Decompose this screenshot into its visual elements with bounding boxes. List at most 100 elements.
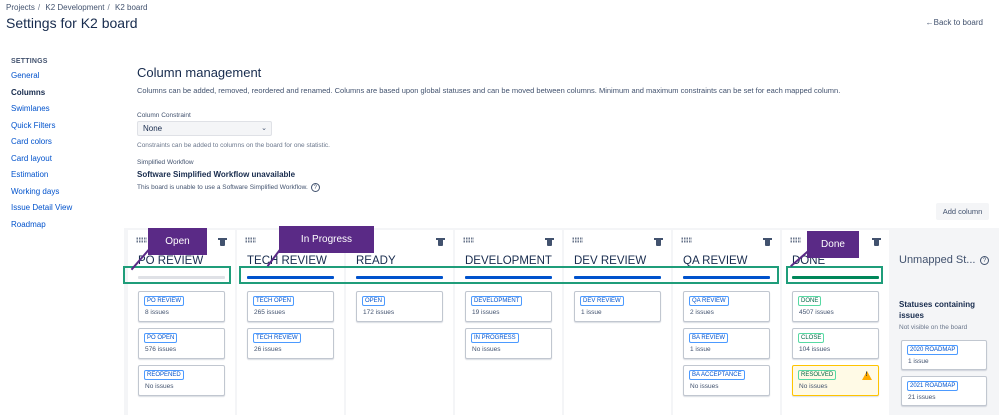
chevron-down-icon: ⌄ bbox=[261, 125, 267, 132]
status-lozenge: PO REVIEW bbox=[144, 296, 185, 306]
breadcrumb: Projects / K2 Development / K2 board bbox=[6, 3, 148, 12]
drag-handle-icon[interactable] bbox=[245, 237, 256, 243]
board-column[interactable]: READY OPEN 172 issues bbox=[346, 230, 453, 415]
status-lozenge: DONE bbox=[798, 296, 822, 306]
status-lozenge: CLOSE bbox=[798, 333, 825, 343]
sidebar-item-swimlanes[interactable]: Swimlanes bbox=[11, 104, 121, 121]
status-lozenge: 2020 ROADMAP bbox=[907, 345, 959, 355]
issue-count: 1 issue bbox=[690, 346, 711, 353]
column-constraint-label: Column Constraint bbox=[137, 112, 191, 119]
board-column[interactable]: DEVELOPMENT DEVELOPMENT 19 issues IN PROG… bbox=[455, 230, 562, 415]
help-icon[interactable]: ? bbox=[310, 183, 320, 192]
status-card[interactable]: TECH REVIEW 26 issues bbox=[247, 328, 334, 359]
sidebar-item-estimation[interactable]: Estimation bbox=[11, 170, 121, 187]
status-lozenge: DEVELOPMENT bbox=[471, 296, 523, 306]
board-column[interactable]: DEV REVIEW DEV REVIEW 1 issue bbox=[564, 230, 671, 415]
status-card[interactable]: PO REVIEW 8 issues bbox=[138, 291, 225, 322]
status-card[interactable]: PO OPEN 576 issues bbox=[138, 328, 225, 359]
settings-sidebar: SETTINGS General Columns Swimlanes Quick… bbox=[11, 58, 121, 236]
drag-handle-icon[interactable] bbox=[463, 237, 474, 243]
status-lozenge: IN PROGRESS bbox=[471, 333, 519, 343]
status-card[interactable]: TECH OPEN 265 issues bbox=[247, 291, 334, 322]
delete-column-icon[interactable] bbox=[218, 238, 227, 246]
board-column[interactable]: TECH REVIEW TECH OPEN 265 issues TECH REV… bbox=[237, 230, 344, 415]
highlight-box-in-progress bbox=[239, 266, 779, 284]
issue-count: 8 issues bbox=[145, 309, 169, 316]
breadcrumb-projects[interactable]: Projects bbox=[6, 3, 35, 12]
simplified-workflow-label: Simplified Workflow bbox=[137, 159, 194, 166]
issue-count: 2 issues bbox=[690, 309, 714, 316]
delete-column-icon[interactable] bbox=[545, 238, 554, 246]
delete-column-icon[interactable] bbox=[654, 238, 663, 246]
issue-count: 21 issues bbox=[908, 394, 936, 401]
delete-column-icon[interactable] bbox=[436, 238, 445, 246]
sidebar-item-quick-filters[interactable]: Quick Filters bbox=[11, 121, 121, 138]
status-card[interactable]: BA REVIEW 1 issue bbox=[683, 328, 770, 359]
columns-board: PO REVIEW PO REVIEW 8 issues PO OPEN 576 i… bbox=[124, 228, 999, 415]
status-lozenge: TECH OPEN bbox=[253, 296, 295, 306]
section-description: Columns can be added, removed, reordered… bbox=[137, 86, 841, 95]
board-column[interactable]: PO REVIEW PO REVIEW 8 issues PO OPEN 576 i… bbox=[128, 230, 235, 415]
delete-column-icon[interactable] bbox=[872, 238, 881, 246]
issue-count: 4507 issues bbox=[799, 309, 834, 316]
unmapped-subtitle: Statuses containing issues bbox=[899, 300, 976, 320]
issue-count: 19 issues bbox=[472, 309, 500, 316]
simplified-workflow-note-text: This board is unable to use a Software S… bbox=[137, 184, 308, 191]
highlight-box-done bbox=[786, 266, 883, 284]
breadcrumb-project[interactable]: K2 Development bbox=[45, 3, 104, 12]
issue-count: No issues bbox=[690, 383, 719, 390]
column-constraint-value: None bbox=[143, 124, 163, 133]
sidebar-item-card-colors[interactable]: Card colors bbox=[11, 137, 121, 154]
status-lozenge: QA REVIEW bbox=[689, 296, 729, 306]
sidebar-item-roadmap[interactable]: Roadmap bbox=[11, 220, 121, 237]
sidebar-item-general[interactable]: General bbox=[11, 71, 121, 88]
status-lozenge: BA REVIEW bbox=[689, 333, 729, 343]
simplified-workflow-note: This board is unable to use a Software S… bbox=[137, 183, 320, 192]
issue-count: 576 issues bbox=[145, 346, 177, 353]
add-column-button[interactable]: Add column bbox=[936, 203, 989, 220]
status-lozenge: DEV REVIEW bbox=[580, 296, 624, 306]
unmapped-note: Not visible on the board bbox=[899, 324, 968, 331]
status-lozenge: PO OPEN bbox=[144, 333, 178, 343]
simplified-workflow-title: Software Simplified Workflow unavailable bbox=[137, 170, 296, 179]
breadcrumb-board[interactable]: K2 board bbox=[115, 3, 147, 12]
drag-handle-icon[interactable] bbox=[572, 237, 583, 243]
status-card[interactable]: BA ACCEPTANCE No issues bbox=[683, 365, 770, 396]
sidebar-item-card-layout[interactable]: Card layout bbox=[11, 154, 121, 171]
delete-column-icon[interactable] bbox=[763, 238, 772, 246]
board-column[interactable]: QA REVIEW QA REVIEW 2 issues BA REVIEW 1 i… bbox=[673, 230, 780, 415]
back-link-label: Back to board bbox=[933, 18, 983, 27]
status-lozenge: TECH REVIEW bbox=[253, 333, 301, 343]
unmapped-statuses-panel: Unmapped St... ? Statuses containing iss… bbox=[890, 244, 999, 415]
help-icon[interactable]: ? bbox=[980, 256, 989, 265]
issue-count: 172 issues bbox=[363, 309, 395, 316]
issue-count: 265 issues bbox=[254, 309, 286, 316]
status-card[interactable]: OPEN 172 issues bbox=[356, 291, 443, 322]
sidebar-item-working-days[interactable]: Working days bbox=[11, 187, 121, 204]
status-lozenge: 2021 ROADMAP bbox=[907, 381, 959, 391]
status-card[interactable]: DEV REVIEW 1 issue bbox=[574, 291, 661, 322]
status-card[interactable]: 2020 ROADMAP 1 issue bbox=[901, 340, 987, 370]
column-constraint-help: Constraints can be added to columns on t… bbox=[137, 142, 330, 149]
status-card[interactable]: DEVELOPMENT 19 issues bbox=[465, 291, 552, 322]
sidebar-heading: SETTINGS bbox=[11, 58, 48, 65]
status-card[interactable]: RESOLVED No issues bbox=[792, 365, 879, 396]
drag-handle-icon[interactable] bbox=[681, 237, 692, 243]
issue-count: No issues bbox=[799, 383, 828, 390]
callout-done: Done bbox=[807, 231, 859, 258]
sidebar-item-columns[interactable]: Columns bbox=[11, 88, 121, 105]
column-constraint-select[interactable]: None ⌄ bbox=[137, 121, 272, 136]
unmapped-title: Unmapped St... bbox=[899, 254, 976, 266]
issue-count: 1 issue bbox=[581, 309, 602, 316]
status-card[interactable]: 2021 ROADMAP 21 issues bbox=[901, 376, 987, 406]
back-to-board-link[interactable]: ←Back to board bbox=[926, 18, 983, 27]
status-card[interactable]: DONE 4507 issues bbox=[792, 291, 879, 322]
status-card[interactable]: QA REVIEW 2 issues bbox=[683, 291, 770, 322]
section-title: Column management bbox=[137, 65, 262, 80]
status-card[interactable]: CLOSE 104 issues bbox=[792, 328, 879, 359]
sidebar-item-issue-detail-view[interactable]: Issue Detail View bbox=[11, 203, 121, 220]
drag-handle-icon[interactable] bbox=[136, 237, 147, 243]
status-card[interactable]: REOPENED No issues bbox=[138, 365, 225, 396]
status-card[interactable]: IN PROGRESS No issues bbox=[465, 328, 552, 359]
drag-handle-icon[interactable] bbox=[790, 237, 801, 243]
